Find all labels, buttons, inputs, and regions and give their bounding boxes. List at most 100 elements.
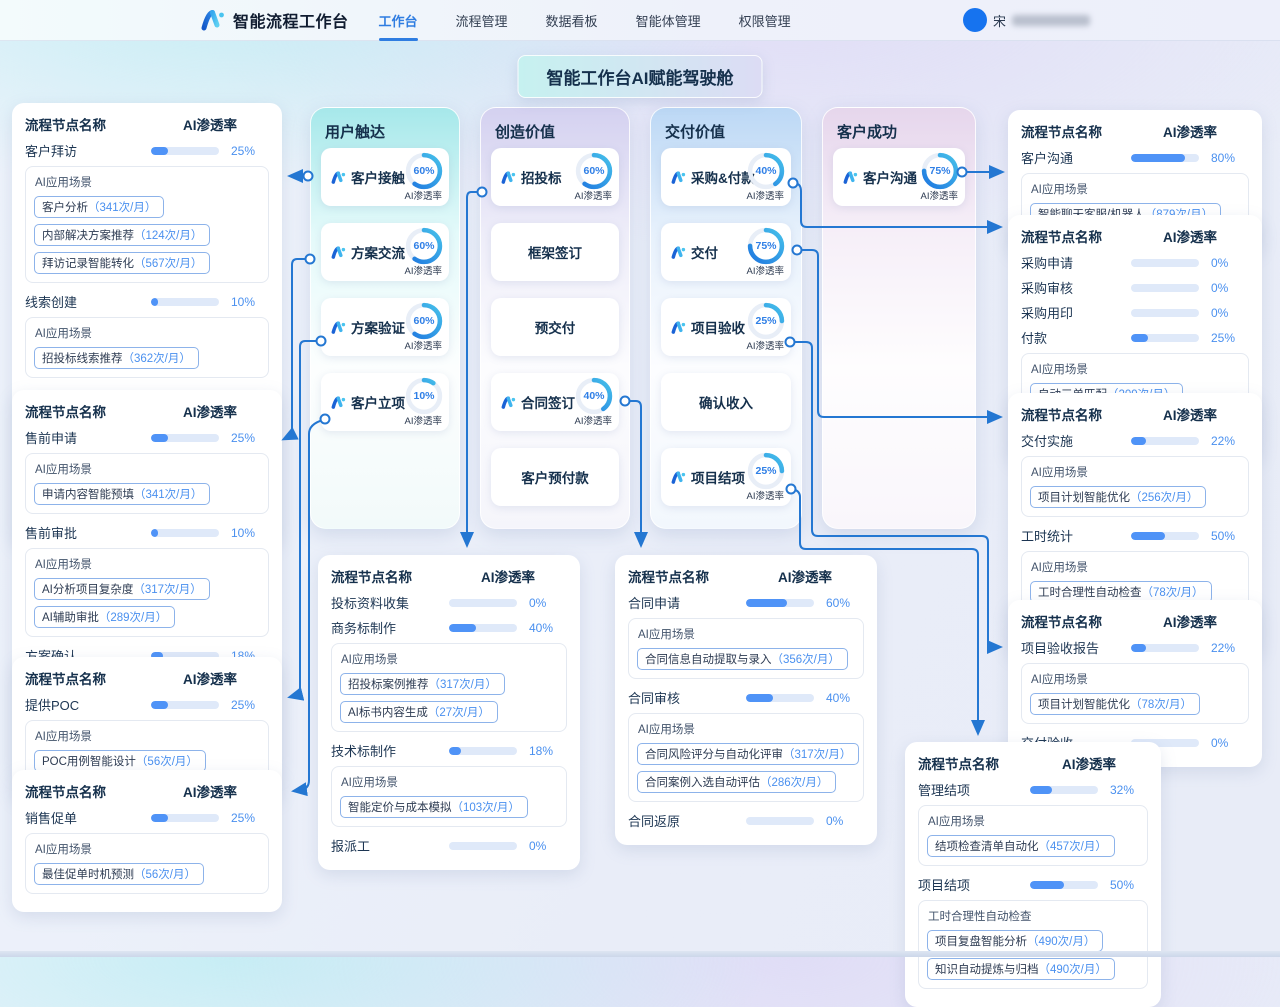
scene-chip[interactable]: 申请内容智能预填（341次/月） (34, 483, 210, 505)
scene-chip[interactable]: 合同案例入选自动评估（286次/月） (637, 771, 836, 793)
panel-col-name-label: 流程节点名称 (1021, 226, 1131, 246)
nav-item-4[interactable]: 权限管理 (737, 0, 793, 41)
scene-box-label: AI应用场景 (638, 721, 855, 737)
scene-chip[interactable]: 知识自动提炼与归档（490次/月） (927, 958, 1115, 980)
process-node-name: 商务标制作 (331, 618, 449, 637)
scene-box: AI应用场景项目计划智能优化（256次/月） (1021, 456, 1249, 517)
panel-col-pct-label: AI渗透率 (1131, 121, 1249, 141)
process-node-name: 采购用印 (1021, 303, 1131, 322)
scene-box-label: AI应用场景 (35, 728, 260, 744)
scene-box-label: AI应用场景 (341, 651, 558, 667)
penetration-value: 0% (1211, 281, 1249, 295)
scene-chip-list: 项目计划智能优化（78次/月） (1030, 693, 1240, 715)
scene-box-label: AI应用场景 (1031, 464, 1240, 480)
scene-chip[interactable]: 合同信息自动提取与录入（356次/月） (637, 648, 848, 670)
penetration-bar (1131, 154, 1199, 162)
process-row: 提供POC25% (25, 695, 269, 714)
flow-node-card[interactable]: 客户立项10%AI渗透率 (321, 373, 449, 431)
flow-node-card[interactable]: 招投标60%AI渗透率 (491, 148, 619, 206)
flow-node-card[interactable]: 框架签订 (491, 223, 619, 281)
scene-chip[interactable]: 智能定价与成本模拟（103次/月） (340, 796, 528, 818)
flow-node-name: 预交付 (491, 298, 619, 356)
scene-chip[interactable]: 最佳促单时机预测（56次/月） (34, 863, 204, 885)
flow-node-card[interactable]: 项目结项25%AI渗透率 (661, 448, 791, 506)
scene-box: AI应用场景客户分析（341次/月）内部解决方案推荐（124次/月）拜访记录智能… (25, 166, 269, 283)
scene-chip[interactable]: 项目计划智能优化（78次/月） (1030, 693, 1200, 715)
scene-chip[interactable]: AI辅助审批（289次/月） (34, 606, 175, 628)
scene-chip[interactable]: 客户分析（341次/月） (34, 196, 164, 218)
scene-box: AI应用场景项目计划智能优化（78次/月） (1021, 663, 1249, 724)
process-row: 付款25% (1021, 328, 1249, 347)
flow-node-card[interactable]: 采购&付款40%AI渗透率 (661, 148, 791, 206)
ai-logo-icon (671, 470, 686, 485)
gauge-label: AI渗透率 (747, 488, 784, 502)
nav-item-0[interactable]: 工作台 (377, 0, 420, 41)
process-row: 采购用印0% (1021, 303, 1249, 322)
scene-chip[interactable]: 拜访记录智能转化（567次/月） (34, 252, 210, 274)
scene-box-label: 工时合理性自动检查 (928, 908, 1139, 924)
flow-node-card[interactable]: 客户沟通75%AI渗透率 (833, 148, 965, 206)
scene-chip[interactable]: 内部解决方案推荐（124次/月） (34, 224, 210, 246)
panel-col-name-label: 流程节点名称 (918, 753, 1030, 773)
process-node-name: 采购审核 (1021, 278, 1131, 297)
process-node-name: 合同返原 (628, 811, 746, 830)
process-row: 合同审核40% (628, 688, 864, 707)
scene-chip[interactable]: 项目计划智能优化（256次/月） (1030, 486, 1206, 508)
process-row: 售前审批10% (25, 523, 269, 542)
panel-header: 流程节点名称AI渗透率 (25, 401, 269, 421)
flow-node-name: 项目验收 (671, 298, 745, 356)
scene-chip[interactable]: AI分析项目复杂度（317次/月） (34, 578, 210, 600)
flow-node-name: 招投标 (501, 148, 562, 206)
ai-logo-icon (501, 170, 516, 185)
scene-box: AI应用场景AI分析项目复杂度（317次/月）AI辅助审批（289次/月） (25, 548, 269, 637)
ai-logo-icon (331, 395, 346, 410)
penetration-value: 40% (746, 151, 786, 191)
gauge-label: AI渗透率 (405, 263, 442, 277)
panel-col-pct-label: AI渗透率 (151, 401, 269, 421)
process-row: 合同返原0% (628, 811, 864, 830)
scene-chip[interactable]: 结项检查清单自动化（457次/月） (927, 835, 1115, 857)
flow-node-card[interactable]: 项目验收25%AI渗透率 (661, 298, 791, 356)
flow-node-card[interactable]: 方案交流60%AI渗透率 (321, 223, 449, 281)
flow-node-card[interactable]: 客户预付款 (491, 448, 619, 506)
panel-col-name-label: 流程节点名称 (1021, 404, 1131, 424)
user-box[interactable]: 宋 (963, 0, 1090, 40)
flow-node-card[interactable]: 客户接触60%AI渗透率 (321, 148, 449, 206)
penetration-value: 75% (920, 151, 960, 191)
stage-title: 客户成功 (837, 121, 975, 142)
process-node-name: 客户沟通 (1021, 148, 1131, 167)
flow-node-card[interactable]: 交付75%AI渗透率 (661, 223, 791, 281)
panel-col-pct-label: AI渗透率 (1131, 404, 1249, 424)
panel-header: 流程节点名称AI渗透率 (918, 753, 1148, 773)
flow-node-card[interactable]: 确认收入 (661, 373, 791, 431)
scene-chip[interactable]: AI标书内容生成（27次/月） (340, 701, 498, 723)
page-bottom-edge (0, 951, 1280, 957)
flow-node-name: 确认收入 (661, 373, 791, 431)
flow-node-card[interactable]: 合同签订40%AI渗透率 (491, 373, 619, 431)
flow-node-card[interactable]: 方案验证60%AI渗透率 (321, 298, 449, 356)
nav-item-3[interactable]: 智能体管理 (634, 0, 703, 41)
penetration-value: 40% (574, 376, 614, 416)
process-row: 售前申请25% (25, 428, 269, 447)
penetration-value: 25% (231, 431, 269, 445)
scene-chip[interactable]: POC用例智能设计（56次/月） (34, 750, 206, 772)
nav-item-1[interactable]: 流程管理 (454, 0, 510, 41)
gauge-label: AI渗透率 (575, 413, 612, 427)
scene-chip[interactable]: 招投标线索推荐（362次/月） (34, 347, 199, 369)
avatar[interactable] (963, 8, 987, 32)
panel-header: 流程节点名称AI渗透率 (1021, 611, 1249, 631)
panel-header: 流程节点名称AI渗透率 (331, 566, 567, 586)
process-row: 客户拜访25% (25, 141, 269, 160)
scene-chip-list: 智能定价与成本模拟（103次/月） (340, 796, 558, 818)
gauge-label: AI渗透率 (405, 338, 442, 352)
ai-logo-icon (671, 245, 686, 260)
scene-chip[interactable]: 招投标案例推荐（317次/月） (340, 673, 505, 695)
scene-chip[interactable]: 合同风险评分与自动化评审（317次/月） (637, 743, 859, 765)
process-row: 管理结项32% (918, 780, 1148, 799)
nav-item-2[interactable]: 数据看板 (544, 0, 600, 41)
ai-logo-icon (501, 395, 516, 410)
flow-node-card[interactable]: 预交付 (491, 298, 619, 356)
scene-chip[interactable]: 项目复盘智能分析（490次/月） (927, 930, 1103, 952)
scene-chip-list: AI分析项目复杂度（317次/月） AI辅助审批（289次/月） (34, 578, 260, 628)
penetration-value: 25% (746, 301, 786, 341)
